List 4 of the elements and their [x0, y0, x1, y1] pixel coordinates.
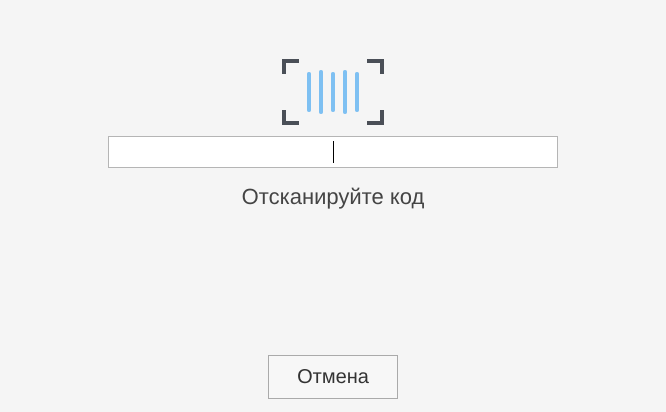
scan-prompt: Отсканируйте код — [242, 183, 424, 211]
barcode-scan-icon — [282, 58, 384, 126]
cancel-button[interactable]: Отмена — [268, 355, 398, 399]
input-field[interactable] — [108, 136, 558, 168]
